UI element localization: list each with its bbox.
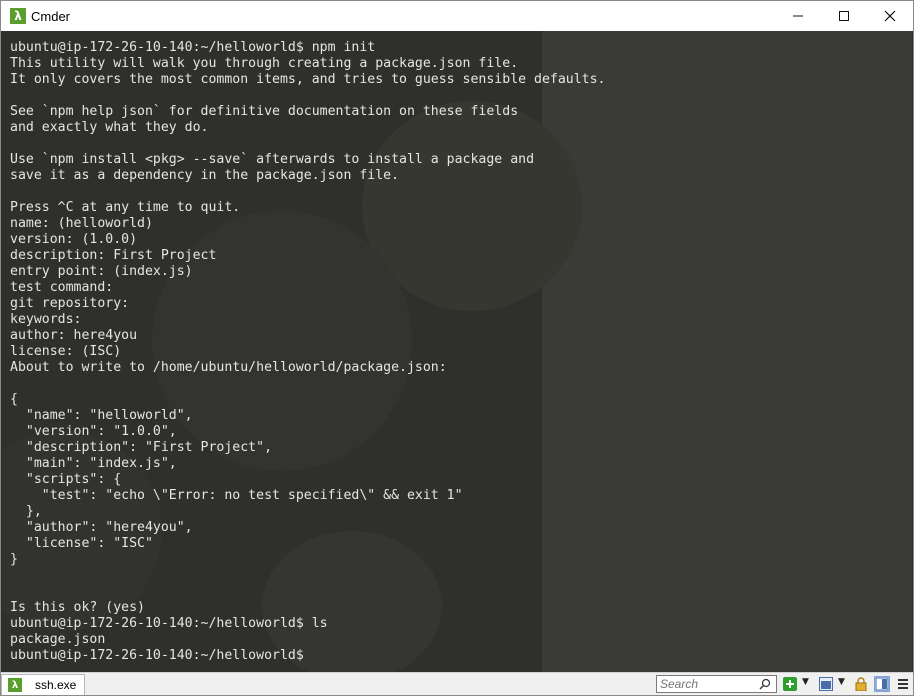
lock-icon <box>855 677 867 691</box>
view-icon <box>819 677 833 691</box>
search-input[interactable] <box>657 676 757 692</box>
terminal-line: Is this ok? (yes) <box>10 600 145 615</box>
terminal-line: "main": "index.js", <box>10 456 177 471</box>
terminal-line: license: (ISC) <box>10 344 122 359</box>
menu-icon <box>898 679 908 689</box>
add-console-button[interactable] <box>782 676 798 692</box>
split-view-button[interactable] <box>874 676 890 692</box>
terminal-line: "scripts": { <box>10 472 122 487</box>
terminal-line: }, <box>10 504 42 519</box>
split-view-icon <box>875 677 889 691</box>
terminal-line: version: (1.0.0) <box>10 232 138 247</box>
terminal-line: } <box>10 552 18 567</box>
terminal-console[interactable]: ubuntu@ip-172-26-10-140:~/helloworld$ np… <box>2 31 912 672</box>
terminal-line: "description": "First Project", <box>10 440 273 455</box>
window-controls <box>775 1 913 31</box>
chevron-down-icon[interactable]: ▼ <box>838 677 845 687</box>
close-button[interactable] <box>867 1 913 31</box>
terminal-line: description: First Project <box>10 248 217 263</box>
terminal-line: "version": "1.0.0", <box>10 424 177 439</box>
search-icon[interactable] <box>757 676 773 692</box>
terminal-line: "author": "here4you", <box>10 520 193 535</box>
terminal-line: ubuntu@ip-172-26-10-140:~/helloworld$ <box>10 648 304 663</box>
minimize-button[interactable] <box>775 1 821 31</box>
terminal-line: save it as a dependency in the package.j… <box>10 168 400 183</box>
terminal-line: entry point: (index.js) <box>10 264 193 279</box>
terminal-line: "license": "ISC" <box>10 536 153 551</box>
terminal-line: test command: <box>10 280 114 295</box>
terminal-line: "test": "echo \"Error: no test specified… <box>10 488 463 503</box>
terminal-line: Use `npm install <pkg> --save` afterward… <box>10 152 535 167</box>
terminal-line: and exactly what they do. <box>10 120 209 135</box>
cmder-lambda-icon: λ <box>8 678 22 692</box>
chevron-down-icon[interactable]: ▼ <box>802 677 809 687</box>
title-bar[interactable]: λ Cmder <box>1 1 913 31</box>
terminal-line: "name": "helloworld", <box>10 408 193 423</box>
maximize-icon <box>839 11 849 21</box>
add-console-icon <box>783 677 797 691</box>
terminal-line: git repository: <box>10 296 130 311</box>
terminal-line: { <box>10 392 18 407</box>
terminal-line: author: here4you <box>10 328 138 343</box>
terminal-line: ubuntu@ip-172-26-10-140:~/helloworld$ ls <box>10 616 328 631</box>
terminal-line: package.json <box>10 632 106 647</box>
terminal-line: Press ^C at any time to quit. <box>10 200 241 215</box>
window-title: Cmder <box>31 8 71 24</box>
terminal-line: ubuntu@ip-172-26-10-140:~/helloworld$ np… <box>10 40 376 55</box>
minimize-icon <box>793 15 803 17</box>
close-icon <box>884 10 896 22</box>
terminal-line: name: (helloworld) <box>10 216 153 231</box>
view-button[interactable] <box>818 676 834 692</box>
cmder-lambda-icon[interactable]: λ <box>10 8 26 24</box>
status-bar: λ ssh.exe ▼ ▼ <box>1 672 913 695</box>
menu-button[interactable] <box>895 676 911 692</box>
search-box[interactable] <box>656 675 777 693</box>
terminal-line: See `npm help json` for definitive docum… <box>10 104 519 119</box>
terminal-line: About to write to /home/ubuntu/helloworl… <box>10 360 447 375</box>
terminal-line: keywords: <box>10 312 82 327</box>
terminal-output[interactable]: ubuntu@ip-172-26-10-140:~/helloworld$ np… <box>10 40 900 664</box>
lock-button[interactable] <box>853 676 869 692</box>
maximize-button[interactable] <box>821 1 867 31</box>
cmder-window: λ Cmder ubuntu@ip-172-26-10-140:~/hellow… <box>0 0 914 696</box>
terminal-line: It only covers the most common items, an… <box>10 72 606 87</box>
terminal-line: This utility will walk you through creat… <box>10 56 519 71</box>
tab-label: ssh.exe <box>35 678 77 692</box>
console-tab-ssh[interactable]: λ ssh.exe <box>1 674 85 695</box>
